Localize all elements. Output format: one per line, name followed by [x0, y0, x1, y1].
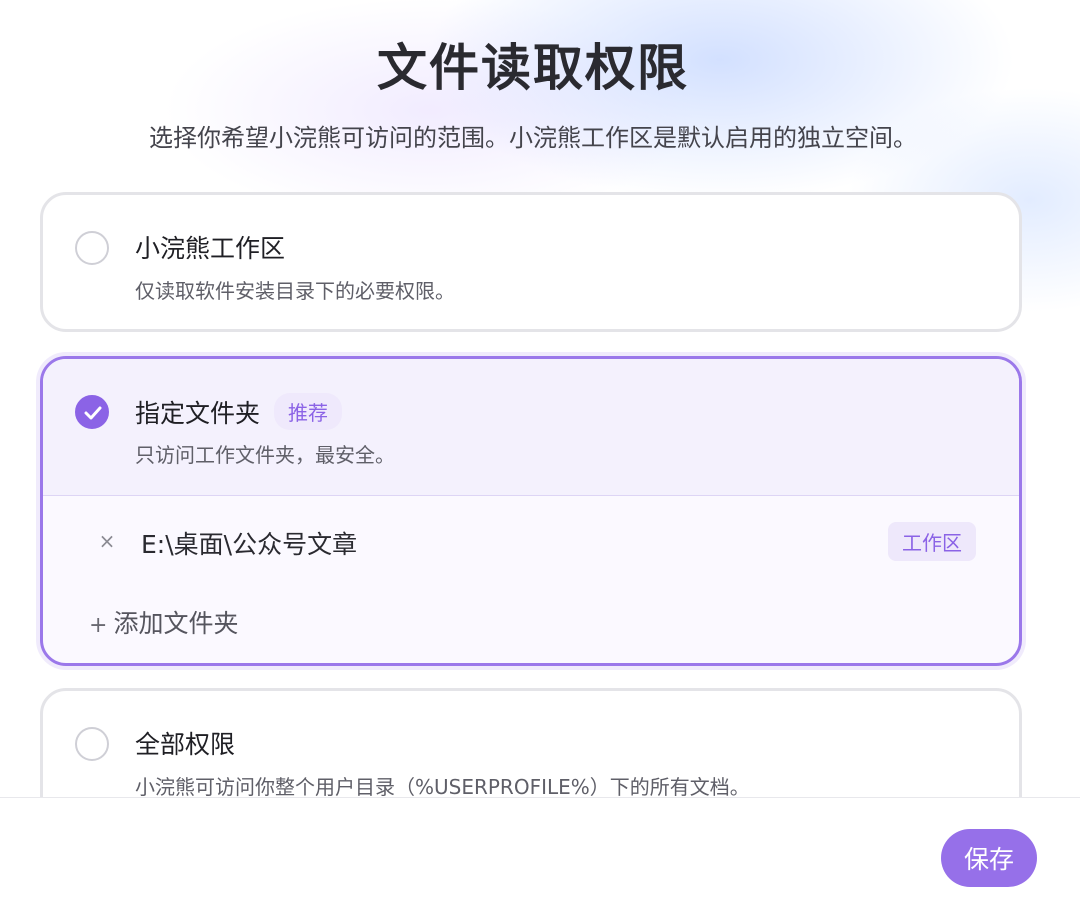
option-title-full-access: 全部权限 — [135, 730, 236, 759]
radio-button-specific-folder[interactable] — [75, 395, 109, 429]
footer-bar: 保存 — [0, 797, 1080, 911]
page-title: 文件读取权限 — [377, 39, 689, 97]
option-title-workspace: 小浣熊工作区 — [135, 234, 286, 263]
option-header-specific-folder[interactable]: 指定文件夹 推荐 只访问工作文件夹，最安全。 — [43, 359, 1019, 496]
folder-path: E:\桌面\公众号文章 — [141, 530, 358, 559]
remove-folder-icon[interactable]: × — [95, 529, 119, 553]
folder-list-item: × E:\桌面\公众号文章 工作区 — [43, 519, 1019, 569]
option-description-full-access: 小浣熊可访问你整个用户目录（%USERPROFILE%）下的所有文档。 — [135, 775, 750, 797]
option-title-text: 指定文件夹 — [135, 399, 261, 428]
option-description-workspace: 仅读取软件安装目录下的必要权限。 — [135, 279, 455, 303]
add-folder-button[interactable]: + 添加文件夹 — [89, 604, 238, 640]
recommended-badge: 推荐 — [274, 393, 343, 430]
option-description-specific-folder: 只访问工作文件夹，最安全。 — [135, 443, 395, 467]
add-folder-label: 添加文件夹 — [113, 609, 239, 638]
option-title-specific-folder: 指定文件夹 推荐 — [135, 393, 343, 430]
plus-icon: + — [89, 613, 108, 638]
option-card-specific-folder[interactable]: 指定文件夹 推荐 只访问工作文件夹，最安全。 × E:\桌面\公众号文章 工作区 … — [40, 356, 1022, 666]
option-card-full-access[interactable]: 全部权限 小浣熊可访问你整个用户目录（%USERPROFILE%）下的所有文档。 — [40, 688, 1022, 797]
save-button[interactable]: 保存 — [941, 829, 1037, 887]
page-subtitle: 选择你希望小浣熊可访问的范围。小浣熊工作区是默认启用的独立空间。 — [149, 124, 917, 152]
radio-button-full-access[interactable] — [75, 727, 109, 761]
options-scroll-area[interactable]: 小浣熊工作区 仅读取软件安装目录下的必要权限。 指定文件夹 推荐 只访问工作文件夹… — [0, 180, 1080, 797]
option-card-workspace[interactable]: 小浣熊工作区 仅读取软件安装目录下的必要权限。 — [40, 192, 1022, 332]
workspace-tag: 工作区 — [888, 522, 976, 561]
permission-settings-page: 文件读取权限 选择你希望小浣熊可访问的范围。小浣熊工作区是默认启用的独立空间。 … — [0, 0, 1080, 911]
radio-button-workspace[interactable] — [75, 231, 109, 265]
checkmark-icon — [84, 406, 102, 420]
option-header-workspace[interactable]: 小浣熊工作区 仅读取软件安装目录下的必要权限。 — [43, 195, 1019, 331]
option-header-full-access[interactable]: 全部权限 小浣熊可访问你整个用户目录（%USERPROFILE%）下的所有文档。 — [43, 691, 1019, 797]
